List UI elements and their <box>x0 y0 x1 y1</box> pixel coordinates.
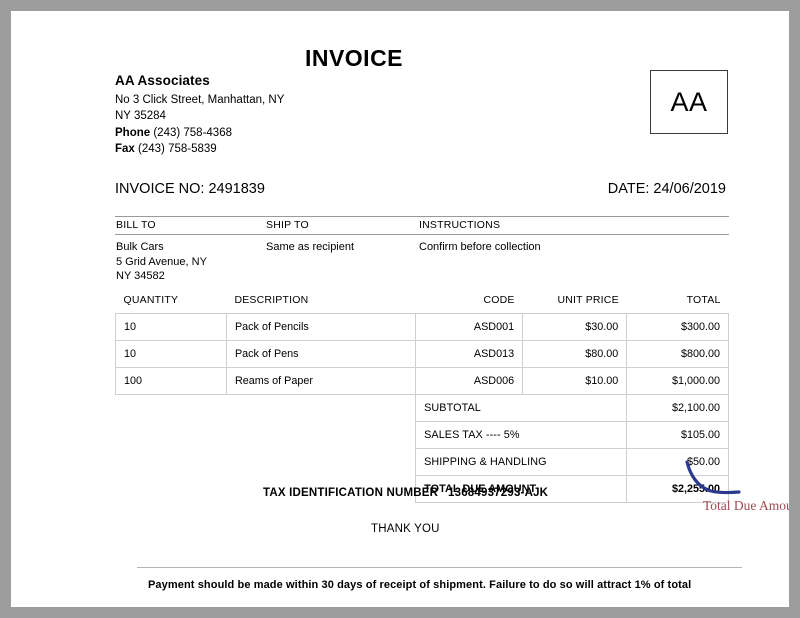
invoice-number: INVOICE NO: 2491839 <box>115 181 265 197</box>
parties-header-row: BILL TO SHIP TO INSTRUCTIONS <box>115 217 729 234</box>
cell-quantity: 10 <box>115 313 227 341</box>
footer-note: Payment should be made within 30 days of… <box>148 579 692 591</box>
cell-total: $300.00 <box>626 313 729 341</box>
seller-phone-label: Phone <box>115 126 151 139</box>
tax-identification-label: TAX IDENTIFICATION NUMBER <box>263 487 439 499</box>
summary-value: $2,100.00 <box>626 394 729 422</box>
instructions-header: INSTRUCTIONS <box>419 219 501 231</box>
spacer-cell <box>226 422 415 449</box>
cell-quantity: 10 <box>115 340 227 368</box>
instructions-value: Confirm before collection <box>419 241 541 253</box>
column-header-unit-price: UNIT PRICE <box>557 294 619 306</box>
table-row: 100 Reams of Paper ASD006 $10.00 $1,000.… <box>115 367 729 395</box>
column-header-code: CODE <box>483 294 515 306</box>
parties-body-row: Bulk Cars 5 Grid Avenue, NY NY 34582 Sam… <box>115 235 729 287</box>
spacer-cell <box>116 449 227 476</box>
footer-divider <box>137 567 742 568</box>
seller-name: AA Associates <box>115 73 210 88</box>
seller-address-line-1: No 3 Click Street, Manhattan, NY <box>115 93 285 106</box>
company-logo: AA <box>650 70 728 134</box>
cell-description: Reams of Paper <box>225 367 417 395</box>
table-header-row: QUANTITY DESCRIPTION CODE UNIT PRICE TOT… <box>116 294 729 314</box>
bill-to-header: BILL TO <box>116 219 156 231</box>
spacer-cell <box>226 449 415 476</box>
summary-row-sales-tax: SALES TAX ---- 5% $105.00 <box>116 421 729 449</box>
seller-block: AA Associates No 3 Click Street, Manhatt… <box>115 73 284 158</box>
bill-to-line-3: NY 34582 <box>116 270 165 282</box>
summary-label: SUBTOTAL <box>415 394 628 422</box>
invoice-date: DATE: 24/06/2019 <box>607 181 726 197</box>
ship-to-header: SHIP TO <box>266 219 309 231</box>
annotation-label: Total Due Amount <box>703 498 789 513</box>
line-items-table: QUANTITY DESCRIPTION CODE UNIT PRICE TOT… <box>115 294 729 503</box>
summary-value: $105.00 <box>626 421 729 449</box>
spacer-cell <box>116 476 227 503</box>
seller-fax: Fax (243) 758-5839 <box>115 141 284 158</box>
logo-text: AA <box>670 86 708 117</box>
summary-label: SHIPPING & HANDLING <box>415 448 628 476</box>
bill-to-value: Bulk Cars 5 Grid Avenue, NY NY 34582 <box>116 240 207 284</box>
cell-unit-price: $10.00 <box>522 367 628 395</box>
seller-phone-value: (243) 758-4368 <box>153 126 232 139</box>
cell-unit-price: $80.00 <box>522 340 628 368</box>
table-row: 10 Pack of Pencils ASD001 $30.00 $300.00 <box>115 313 729 341</box>
tax-identification-value: 13684937293-AJK <box>448 487 549 499</box>
cell-code: ASD013 <box>415 340 524 368</box>
cell-code: ASD006 <box>415 367 524 395</box>
cell-total: $1,000.00 <box>626 367 729 395</box>
cell-description: Pack of Pencils <box>225 313 417 341</box>
bill-to-line-2: 5 Grid Avenue, NY <box>116 255 207 268</box>
thank-you-note: THANK YOU <box>371 523 440 535</box>
spacer-cell <box>116 395 227 422</box>
curved-arrow-icon <box>685 460 741 495</box>
ship-to-value: Same as recipient <box>266 241 355 253</box>
seller-phone: Phone (243) 758-4368 <box>115 125 284 142</box>
invoice-page: INVOICE AA Associates No 3 Click Street,… <box>11 11 789 607</box>
cell-description: Pack of Pens <box>225 340 417 368</box>
seller-fax-label: Fax <box>115 143 135 155</box>
cell-quantity: 100 <box>115 367 227 395</box>
cell-total: $800.00 <box>626 340 729 368</box>
seller-address-line-2: NY 35284 <box>115 110 166 122</box>
cell-code: ASD001 <box>415 313 524 341</box>
spacer-cell <box>226 395 415 422</box>
tax-identification: TAX IDENTIFICATION NUMBER 13684937293-AJ… <box>263 487 548 499</box>
column-header-quantity: QUANTITY <box>123 294 179 306</box>
cell-unit-price: $30.00 <box>522 313 628 341</box>
summary-label: SALES TAX ---- 5% <box>415 421 628 449</box>
summary-row-shipping: SHIPPING & HANDLING $50.00 <box>116 448 729 476</box>
table-row: 10 Pack of Pens ASD013 $80.00 $800.00 <box>115 340 729 368</box>
column-header-total: TOTAL <box>686 294 721 306</box>
annotation-total-due: Total Due Amount <box>681 460 789 513</box>
bill-to-line-1: Bulk Cars <box>116 241 164 253</box>
seller-fax-value: (243) 758-5839 <box>138 143 217 155</box>
spacer-cell <box>116 422 227 449</box>
summary-row-subtotal: SUBTOTAL $2,100.00 <box>116 394 729 422</box>
column-header-description: DESCRIPTION <box>234 294 309 306</box>
page-title: INVOICE <box>304 45 404 71</box>
parties-section: BILL TO SHIP TO INSTRUCTIONS Bulk Cars 5… <box>115 216 729 287</box>
